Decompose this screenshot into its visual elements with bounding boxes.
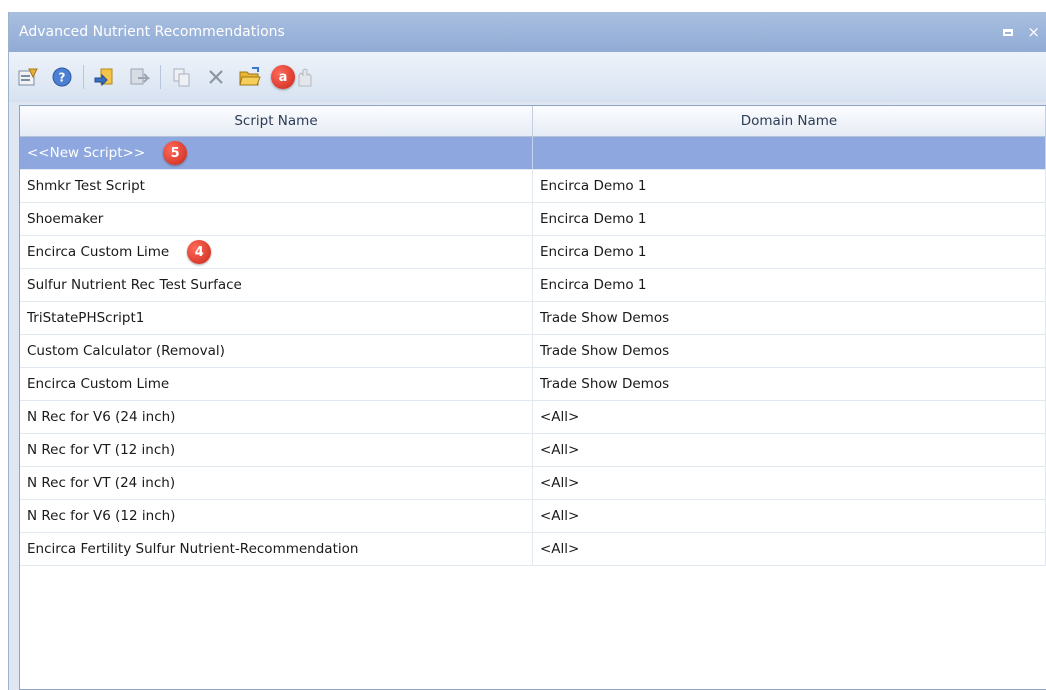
scripts-grid: Script Name Domain Name <<New Script>> 5… — [19, 105, 1046, 690]
domain-name-cell[interactable]: Trade Show Demos — [533, 335, 1046, 367]
script-name-cell[interactable]: N Rec for VT (12 inch) — [20, 434, 533, 466]
table-row[interactable]: N Rec for VT (24 inch) <All> — [20, 467, 1046, 500]
table-row[interactable]: N Rec for V6 (24 inch) <All> — [20, 401, 1046, 434]
domain-name-cell[interactable] — [533, 137, 1046, 169]
properties-icon[interactable] — [15, 64, 41, 90]
script-name-cell[interactable]: Encirca Fertility Sulfur Nutrient-Recomm… — [20, 533, 533, 565]
table-row[interactable]: TriStatePHScript1 Trade Show Demos — [20, 302, 1046, 335]
restore-button[interactable] — [1003, 28, 1014, 36]
table-row[interactable]: Encirca Fertility Sulfur Nutrient-Recomm… — [20, 533, 1046, 566]
callout-badge-4: 4 — [187, 240, 212, 264]
open-folder-icon[interactable] — [237, 64, 263, 90]
new-script-row[interactable]: <<New Script>> 5 — [20, 137, 1046, 170]
script-name-cell[interactable]: N Rec for V6 (12 inch) — [20, 500, 533, 532]
domain-name-cell[interactable]: Trade Show Demos — [533, 302, 1046, 334]
svg-text:?: ? — [59, 71, 66, 85]
domain-name-cell[interactable]: Trade Show Demos — [533, 368, 1046, 400]
new-script-label: <<New Script>> — [27, 145, 146, 161]
table-row[interactable]: Shoemaker Encirca Demo 1 — [20, 203, 1046, 236]
script-name-cell[interactable]: Encirca Custom Lime 4 — [20, 236, 533, 268]
table-row[interactable]: N Rec for VT (12 inch) <All> — [20, 434, 1046, 467]
table-row[interactable]: Encirca Custom Lime Trade Show Demos — [20, 368, 1046, 401]
script-name-label: Encirca Custom Lime — [27, 244, 170, 260]
table-row[interactable]: Shmkr Test Script Encirca Demo 1 — [20, 170, 1046, 203]
domain-name-cell[interactable]: Encirca Demo 1 — [533, 236, 1046, 268]
domain-name-cell[interactable]: Encirca Demo 1 — [533, 269, 1046, 301]
script-name-cell[interactable]: Encirca Custom Lime — [20, 368, 533, 400]
help-icon[interactable]: ? — [49, 64, 75, 90]
script-name-cell[interactable]: TriStatePHScript1 — [20, 302, 533, 334]
script-name-cell[interactable]: Custom Calculator (Removal) — [20, 335, 533, 367]
callout-badge-5: 5 — [163, 141, 188, 165]
column-header-script-name[interactable]: Script Name — [20, 106, 533, 136]
domain-name-cell[interactable]: <All> — [533, 533, 1046, 565]
script-name-cell[interactable]: Shmkr Test Script — [20, 170, 533, 202]
domain-name-cell[interactable]: <All> — [533, 467, 1046, 499]
delete-icon[interactable] — [203, 64, 229, 90]
domain-name-cell[interactable]: Encirca Demo 1 — [533, 170, 1046, 202]
import-icon[interactable] — [92, 64, 118, 90]
export-icon[interactable] — [126, 64, 152, 90]
toolbar: ? a — [9, 52, 1046, 102]
restore-icon — [1003, 28, 1014, 36]
copy-icon[interactable] — [169, 64, 195, 90]
hand-icon[interactable] — [291, 64, 317, 90]
table-row[interactable]: Encirca Custom Lime 4 Encirca Demo 1 — [20, 236, 1046, 269]
table-row[interactable]: Sulfur Nutrient Rec Test Surface Encirca… — [20, 269, 1046, 302]
script-name-cell[interactable]: N Rec for VT (24 inch) — [20, 467, 533, 499]
table-row[interactable]: Custom Calculator (Removal) Trade Show D… — [20, 335, 1046, 368]
toolbar-separator — [83, 65, 84, 89]
window-title: Advanced Nutrient Recommendations — [19, 24, 285, 40]
script-name-cell[interactable]: <<New Script>> 5 — [20, 137, 533, 169]
toolbar-separator — [160, 65, 161, 89]
domain-name-cell[interactable]: <All> — [533, 401, 1046, 433]
grid-header: Script Name Domain Name — [20, 106, 1046, 137]
domain-name-cell[interactable]: <All> — [533, 434, 1046, 466]
script-name-cell[interactable]: Sulfur Nutrient Rec Test Surface — [20, 269, 533, 301]
column-header-domain-name[interactable]: Domain Name — [533, 106, 1046, 136]
domain-name-cell[interactable]: Encirca Demo 1 — [533, 203, 1046, 235]
app-window: Advanced Nutrient Recommendations × ? a … — [8, 12, 1046, 690]
domain-name-cell[interactable]: <All> — [533, 500, 1046, 532]
close-button[interactable]: × — [1027, 24, 1040, 40]
script-name-cell[interactable]: Shoemaker — [20, 203, 533, 235]
script-name-cell[interactable]: N Rec for V6 (24 inch) — [20, 401, 533, 433]
title-bar: Advanced Nutrient Recommendations × — [9, 12, 1046, 52]
table-row[interactable]: N Rec for V6 (12 inch) <All> — [20, 500, 1046, 533]
